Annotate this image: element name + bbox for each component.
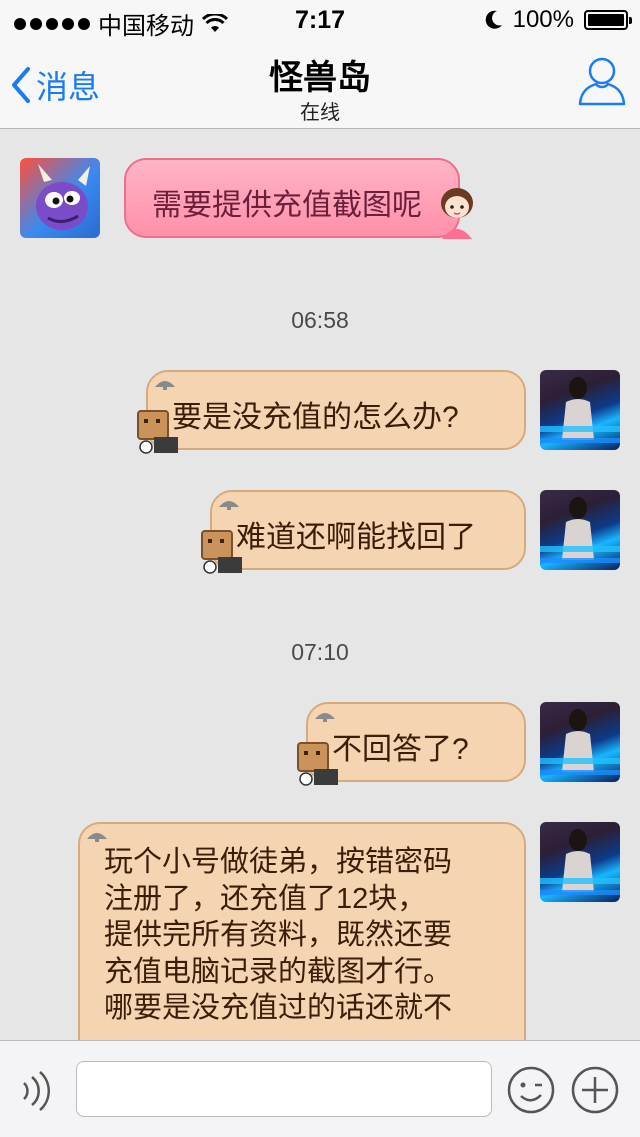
my-avatar[interactable] xyxy=(540,490,620,570)
message-text: 不回答了? xyxy=(332,733,469,766)
nav-bar: 消息 怪兽岛 在线 xyxy=(0,40,640,129)
girl-sticker-icon xyxy=(441,188,473,239)
battery-icon xyxy=(584,10,632,30)
monster-avatar-icon xyxy=(36,164,90,230)
message-line: 玩个小号做徒弟，按错密码 xyxy=(104,846,453,878)
message-text-long: 玩个小号做徒弟，按错密码 注册了，还充值了12块， 提供完所有资料，既然还要 充… xyxy=(104,844,452,1027)
box-character-icon xyxy=(137,410,178,454)
emoji-button[interactable] xyxy=(506,1065,556,1120)
person-photo-icon xyxy=(540,709,620,775)
message-text: 要是没充值的怎么办? xyxy=(172,401,459,434)
lamp-icon xyxy=(155,381,175,390)
lamp-icon xyxy=(219,501,239,510)
status-right: 100% xyxy=(485,6,632,34)
my-avatar[interactable] xyxy=(540,702,620,782)
message-bubble-outgoing[interactable]: 要是没充值的怎么办? xyxy=(146,370,526,450)
person-photo-icon xyxy=(540,377,620,443)
message-bubble-outgoing[interactable]: 难道还啊能找回了 xyxy=(210,490,526,570)
box-character-icon xyxy=(201,530,242,574)
moon-icon xyxy=(485,10,502,29)
my-avatar[interactable] xyxy=(540,822,620,902)
message-input[interactable] xyxy=(76,1061,492,1117)
contact-button[interactable] xyxy=(578,56,626,111)
lamp-icon xyxy=(315,713,335,722)
plus-icon xyxy=(571,1066,619,1114)
message-line: 哪要是没充值过的话还就不 xyxy=(104,992,453,1024)
voice-button[interactable] xyxy=(14,1069,58,1118)
more-button[interactable] xyxy=(570,1065,620,1120)
box-character-icon xyxy=(297,742,338,786)
my-avatar[interactable] xyxy=(540,370,620,450)
online-status: 在线 xyxy=(300,102,340,124)
message-line: 提供完所有资料，既然还要 xyxy=(104,919,453,951)
person-photo-icon xyxy=(540,497,620,563)
battery-percent: 100% xyxy=(512,6,574,33)
message-line: 注册了，还充值了12块， xyxy=(104,882,427,915)
person-icon xyxy=(578,57,626,106)
message-line: 充值电脑记录的截图才行。 xyxy=(104,955,453,988)
message-bubble-outgoing[interactable]: 玩个小号做徒弟，按错密码 注册了，还充值了12块， 提供完所有资料，既然还要 充… xyxy=(78,822,526,1040)
smiley-icon xyxy=(507,1066,555,1114)
timestamp: 06:58 xyxy=(291,307,349,333)
lamp-icon xyxy=(87,833,107,842)
page-title: 怪兽岛 xyxy=(269,59,371,97)
voice-icon xyxy=(23,1071,50,1111)
message-text: 难道还啊能找回了 xyxy=(236,521,476,554)
status-bar: 中国移动 7:17 100% xyxy=(0,0,640,40)
input-bar xyxy=(0,1040,640,1137)
person-photo-icon xyxy=(540,829,620,895)
contact-avatar[interactable] xyxy=(20,158,100,238)
message-bubble-incoming[interactable]: 需要提供充值截图呢 xyxy=(124,158,460,238)
chat-area[interactable]: 需要提供充值截图呢 06:58 要是没充值的怎么办? 难道还啊能找回了 07:1… xyxy=(0,129,640,1040)
timestamp: 07:10 xyxy=(291,639,349,665)
message-text: 需要提供充值截图呢 xyxy=(152,189,422,222)
